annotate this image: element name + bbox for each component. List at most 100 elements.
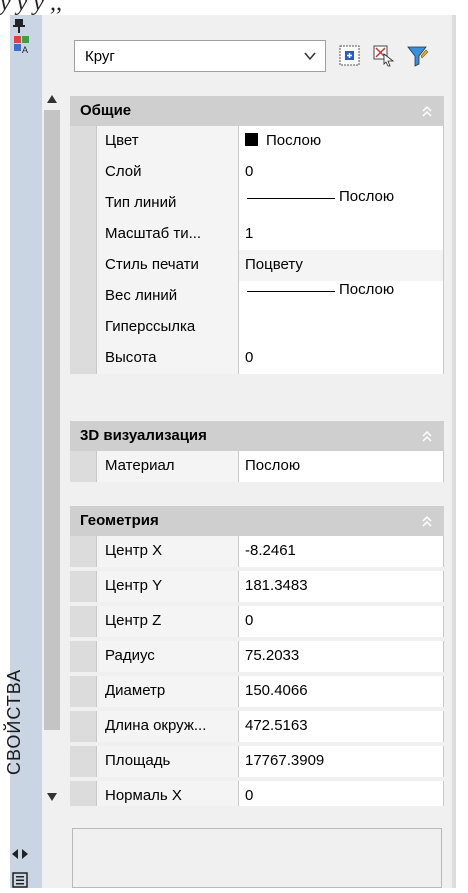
properties-icon[interactable]: A xyxy=(13,35,33,55)
property-value[interactable]: 150.4066 xyxy=(238,676,444,707)
linetype-value-text: Послою xyxy=(339,188,395,205)
collapse-section-icon[interactable] xyxy=(420,104,434,118)
toggle-pickadd-button[interactable] xyxy=(335,39,365,71)
row-gutter xyxy=(70,188,96,219)
property-row-lineweight[interactable]: Вес линий Послою xyxy=(70,281,444,312)
property-value[interactable] xyxy=(238,312,444,343)
linetype-sample xyxy=(247,198,335,199)
collapse-section-icon[interactable] xyxy=(420,429,434,443)
row-gutter xyxy=(70,312,96,343)
property-value[interactable]: Послою xyxy=(238,451,444,482)
toggle-pickadd-icon xyxy=(339,45,360,66)
property-name: Радиус xyxy=(96,641,238,672)
property-name: Площадь xyxy=(96,746,238,777)
object-type-dropdown[interactable]: Круг xyxy=(74,40,326,72)
property-value-color[interactable]: Послою xyxy=(238,126,444,157)
property-row-hyperlink[interactable]: Гиперссылка xyxy=(70,312,444,343)
lineweight-sample xyxy=(247,291,335,292)
property-name: Центр X xyxy=(96,536,238,567)
pin-icon[interactable] xyxy=(13,19,29,33)
property-value[interactable]: 17767.3909 xyxy=(238,746,444,777)
section-header-3d-visualization[interactable]: 3D визуализация xyxy=(70,421,444,451)
property-row-center-x[interactable]: Центр X -8.2461 xyxy=(70,536,444,567)
row-gutter xyxy=(70,746,96,777)
property-value[interactable]: 0 xyxy=(238,606,444,637)
quick-select-icon xyxy=(407,46,429,67)
collapse-section-icon[interactable] xyxy=(420,514,434,528)
palette-title-strip[interactable]: A СВОЙСТВА xyxy=(4,15,43,888)
property-name: Центр Z xyxy=(96,606,238,637)
row-gutter xyxy=(70,126,96,157)
property-value[interactable]: -8.2461 xyxy=(238,536,444,567)
property-name: Стиль печати xyxy=(96,250,238,281)
palette-edge[interactable] xyxy=(452,15,456,888)
select-objects-button[interactable] xyxy=(369,39,399,71)
properties-palette: Круг Общие Цвет Послою Слой 0 Тип линий … xyxy=(42,15,452,888)
row-gutter xyxy=(70,343,96,374)
property-value-lineweight[interactable]: Послою xyxy=(238,281,444,312)
property-name: Длина окруж... xyxy=(96,711,238,742)
section-title: Общие xyxy=(80,102,132,119)
property-value[interactable]: 181.3483 xyxy=(238,571,444,602)
property-value[interactable]: 472.5163 xyxy=(238,711,444,742)
property-name: Нормаль X xyxy=(96,781,238,806)
color-value-text: Послою xyxy=(266,132,322,149)
property-value[interactable]: 1 xyxy=(238,219,444,250)
property-value[interactable]: 0 xyxy=(238,343,444,374)
property-value[interactable]: 0 xyxy=(238,781,444,806)
object-type-value: Круг xyxy=(85,48,115,65)
property-name: Высота xyxy=(96,343,238,374)
property-row-linetype-scale[interactable]: Масштаб ти... 1 xyxy=(70,219,444,250)
property-row-plot-style[interactable]: Стиль печати Поцвету xyxy=(70,250,444,281)
row-gutter xyxy=(70,606,96,637)
property-row-linetype[interactable]: Тип линий Послою xyxy=(70,188,444,219)
scrollbar-thumb[interactable] xyxy=(44,110,60,730)
property-row-color[interactable]: Цвет Послою xyxy=(70,126,444,157)
row-gutter xyxy=(70,676,96,707)
section-3d-visualization: 3D визуализация Материал Послою xyxy=(70,421,444,482)
property-value-linetype[interactable]: Послою xyxy=(238,188,444,219)
row-gutter xyxy=(70,451,96,482)
row-gutter xyxy=(70,536,96,567)
property-row-thickness[interactable]: Высота 0 xyxy=(70,343,444,374)
vertical-scrollbar[interactable] xyxy=(42,90,62,810)
color-swatch xyxy=(245,133,258,146)
row-gutter xyxy=(70,157,96,188)
property-name: Гиперссылка xyxy=(96,312,238,343)
property-name: Центр Y xyxy=(96,571,238,602)
section-geometry: Геометрия Центр X -8.2461 Центр Y 181.34… xyxy=(70,506,444,806)
property-name: Масштаб ти... xyxy=(96,219,238,250)
property-value[interactable]: 0 xyxy=(238,157,444,188)
property-row-area[interactable]: Площадь 17767.3909 xyxy=(70,746,444,777)
property-row-radius[interactable]: Радиус 75.2033 xyxy=(70,641,444,672)
property-row-circumference[interactable]: Длина окруж... 472.5163 xyxy=(70,711,444,742)
property-name: Вес линий xyxy=(96,281,238,312)
menu-icon[interactable] xyxy=(12,872,28,888)
resize-icon[interactable] xyxy=(12,848,28,860)
section-header-general[interactable]: Общие xyxy=(70,96,444,126)
scroll-down-arrow-icon[interactable] xyxy=(46,792,58,802)
property-name: Слой xyxy=(96,157,238,188)
property-name: Цвет xyxy=(96,126,238,157)
section-general: Общие Цвет Послою Слой 0 Тип линий Посло… xyxy=(70,96,444,374)
property-row-layer[interactable]: Слой 0 xyxy=(70,157,444,188)
quick-select-button[interactable] xyxy=(403,39,433,71)
property-row-normal-x[interactable]: Нормаль X 0 xyxy=(70,781,444,806)
section-header-geometry[interactable]: Геометрия xyxy=(70,506,444,536)
section-title: Геометрия xyxy=(80,512,159,529)
property-row-material[interactable]: Материал Послою xyxy=(70,451,444,482)
property-name: Материал xyxy=(96,451,238,482)
select-objects-icon xyxy=(373,45,395,67)
property-row-center-y[interactable]: Центр Y 181.3483 xyxy=(70,571,444,602)
row-gutter xyxy=(70,219,96,250)
property-value[interactable]: 75.2033 xyxy=(238,641,444,672)
lineweight-value-text: Послою xyxy=(339,281,395,298)
property-name: Диаметр xyxy=(96,676,238,707)
row-gutter xyxy=(70,281,96,312)
row-gutter xyxy=(70,571,96,602)
row-gutter xyxy=(70,641,96,672)
property-row-diameter[interactable]: Диаметр 150.4066 xyxy=(70,676,444,707)
property-row-center-z[interactable]: Центр Z 0 xyxy=(70,606,444,637)
section-title: 3D визуализация xyxy=(80,427,207,444)
scroll-up-arrow-icon[interactable] xyxy=(46,94,58,104)
